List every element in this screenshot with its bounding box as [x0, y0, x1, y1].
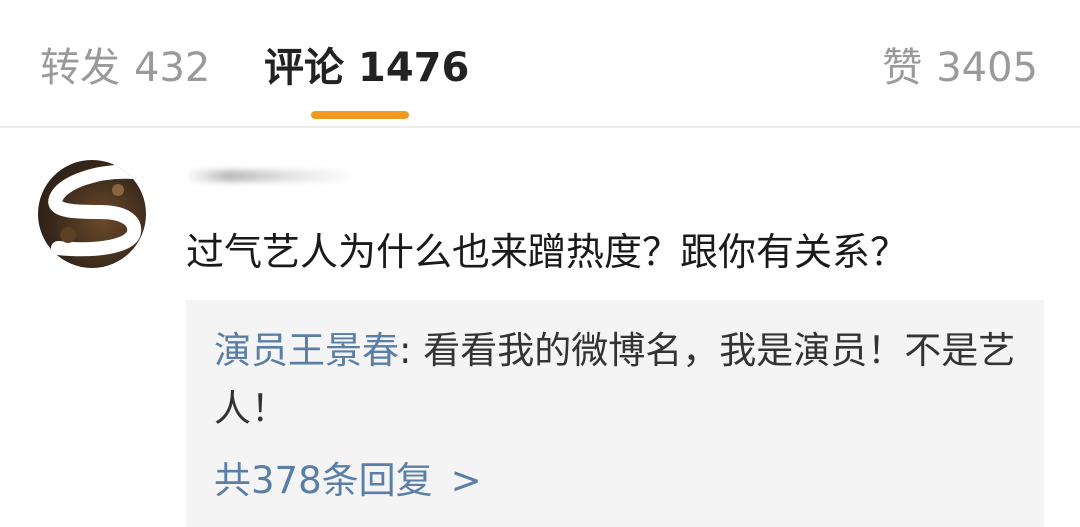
tab-bar: 转发 432 评论 1476 赞 3405 — [0, 0, 1080, 128]
tab-repost-count: 432 — [134, 45, 211, 91]
view-all-replies-label: 共378条回复 — [214, 459, 433, 502]
reply-author-link[interactable]: 演员王景春 — [214, 329, 399, 372]
tab-likes-count: 3405 — [936, 45, 1038, 91]
tab-likes[interactable]: 赞 3405 — [882, 38, 1038, 98]
avatar[interactable] — [38, 160, 146, 268]
avatar-image — [48, 164, 142, 257]
chevron-right-icon: > — [450, 459, 482, 502]
comment-text: 过气艺人为什么也来蹭热度？跟你有关系？ — [186, 230, 909, 274]
tab-likes-label: 赞 — [882, 45, 923, 91]
reply-box[interactable]: 演员王景春: 看看我的微博名，我是演员！不是艺人！ 共378条回复 > — [186, 300, 1044, 527]
active-tab-indicator — [311, 111, 409, 119]
reply-separator: : — [399, 329, 424, 372]
tab-repost-label: 转发 — [40, 45, 120, 91]
tab-comments[interactable]: 评论 1476 — [264, 38, 469, 98]
view-all-replies-link[interactable]: 共378条回复 > — [214, 452, 482, 510]
reply-content: 演员王景春: 看看我的微博名，我是演员！不是艺人！ — [214, 322, 1024, 438]
tab-repost[interactable]: 转发 432 — [40, 38, 210, 98]
tab-comments-count: 1476 — [358, 45, 470, 91]
username-redacted — [186, 170, 356, 182]
tab-comments-label: 评论 — [264, 45, 344, 91]
